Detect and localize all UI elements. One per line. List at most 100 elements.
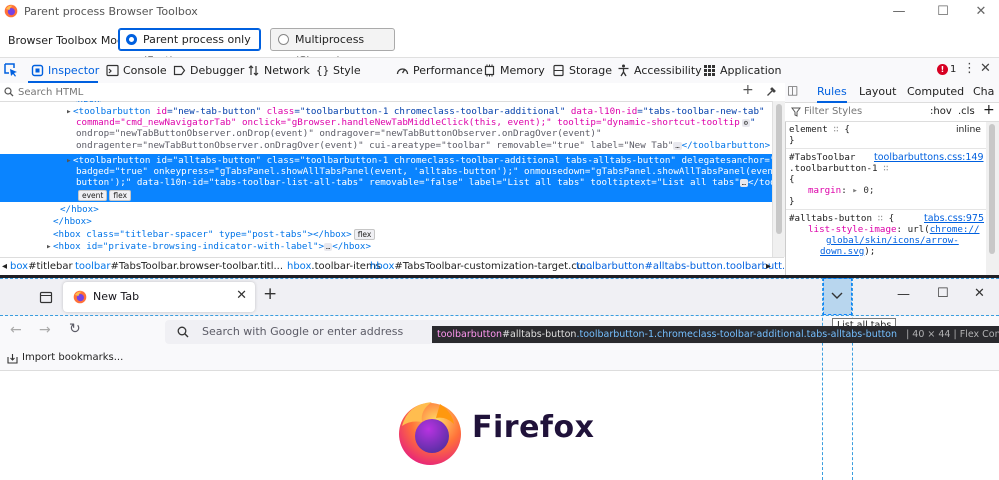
tab-memory[interactable]: Memory xyxy=(480,58,545,83)
network-icon xyxy=(248,65,259,76)
close-tab-icon[interactable]: ✕ xyxy=(236,288,247,303)
markup-node-alltabs-button-selected[interactable]: ▸<toolbarbutton id="alltabs-button" clas… xyxy=(0,154,772,202)
breadcrumb-left-arrow-icon[interactable]: ◂ xyxy=(2,258,7,276)
new-tab-plus-icon[interactable]: + xyxy=(263,284,277,304)
firefox-view-icon[interactable] xyxy=(39,290,53,304)
kebab-menu-icon[interactable]: ⋮ xyxy=(963,61,976,76)
expand-arrow-icon[interactable]: ▸ xyxy=(66,106,73,118)
close-toolbox-icon[interactable]: ✕ xyxy=(980,61,991,76)
import-bookmarks-link[interactable]: Import bookmarks... xyxy=(22,352,123,363)
memory-chip-icon xyxy=(484,64,495,77)
breadcrumb-item[interactable]: hbox.toolbar-items xyxy=(287,258,381,276)
search-icon xyxy=(4,87,14,97)
minimize-button[interactable]: — xyxy=(888,2,910,22)
back-arrow-icon[interactable]: ← xyxy=(10,322,22,338)
event-badge[interactable]: event xyxy=(78,190,108,201)
tab-application[interactable]: Application xyxy=(700,58,781,83)
markup-node-titlebar-spacer[interactable]: <hbox class="titlebar-spacer" type="post… xyxy=(53,229,376,241)
tab-computed[interactable]: Computed xyxy=(907,83,964,101)
firefox-logo-icon xyxy=(399,402,461,465)
mode-option-multiprocess[interactable]: Multiprocess (Slower) xyxy=(270,28,395,67)
markup-line: ondragenter="newTabButtonObserver.onDrag… xyxy=(76,140,772,152)
firefox-logo-icon xyxy=(4,4,18,18)
filter-styles-input[interactable]: Filter Styles xyxy=(804,106,862,117)
performance-gauge-icon xyxy=(396,68,409,75)
markup-view[interactable]: <hbox> ▸<toolbarbutton id="new-tab-butto… xyxy=(0,101,772,257)
breadcrumb: ◂ box#titlebar toolbar#TabsToolbar.brows… xyxy=(0,257,784,276)
expand-arrow-icon[interactable]: ▸ xyxy=(46,241,53,253)
error-badge-icon[interactable]: ! xyxy=(937,64,948,75)
tab-changes[interactable]: Cha xyxy=(973,83,994,101)
close-window-button[interactable]: ✕ xyxy=(970,2,992,22)
reload-icon[interactable]: ↻ xyxy=(69,321,81,337)
sidebar-tabs: ◫ Rules Layout Computed Cha xyxy=(785,83,999,103)
tab-title: New Tab xyxy=(93,290,140,303)
flex-badge[interactable]: flex xyxy=(353,229,376,240)
tab-rules[interactable]: Rules xyxy=(817,83,847,103)
application-grid-icon xyxy=(704,65,715,76)
import-icon xyxy=(7,354,18,364)
list-all-tabs-button[interactable] xyxy=(823,278,852,315)
error-count: 1 xyxy=(950,64,957,75)
rule-source-link[interactable]: toolbarbuttons.css:149 xyxy=(874,152,984,163)
tab-network[interactable]: Network xyxy=(244,58,310,83)
markup-line: </hbox> xyxy=(60,204,99,215)
mode-label: Browser Toolbox Mode xyxy=(8,34,131,47)
rule-source-link[interactable]: tabs.css:975 xyxy=(924,213,984,224)
rule-selector[interactable]: #alltabs-button ∷ { xyxy=(789,213,894,224)
markup-search-bar: + xyxy=(0,82,785,102)
rule-selector[interactable]: #TabsToolbar xyxy=(789,152,855,163)
breadcrumb-right-arrow-icon[interactable]: ▸ xyxy=(766,258,771,276)
maximize-button[interactable]: ☐ xyxy=(932,2,954,22)
tab-new-tab[interactable]: New Tab ✕ xyxy=(63,282,255,312)
hover-state-toggle[interactable]: :hov xyxy=(930,106,952,117)
eyedropper-icon[interactable] xyxy=(766,86,777,97)
search-html-input[interactable] xyxy=(16,84,720,101)
mode-option-parent-process[interactable]: Parent process only (Fast) xyxy=(118,28,261,67)
tab-storage[interactable]: Storage xyxy=(549,58,612,83)
add-node-icon[interactable]: + xyxy=(742,82,754,98)
window-title: Parent process Browser Toolbox xyxy=(24,5,198,18)
breadcrumb-item[interactable]: toolbar#TabsToolbar.browser-toolbar.titl… xyxy=(75,258,283,276)
breadcrumb-item[interactable]: hbox#TabsToolbar-customization-target.cu… xyxy=(370,258,593,276)
firefox-wordmark: Firefox xyxy=(472,410,595,445)
markup-node-private-browsing-indicator[interactable]: ▸<hbox id="private-browsing-indicator-wi… xyxy=(46,241,371,253)
add-rule-icon[interactable]: + xyxy=(983,102,995,118)
markup-scrollbar[interactable] xyxy=(772,101,785,257)
expand-arrow-icon[interactable]: ▸ xyxy=(66,155,73,167)
flex-badge[interactable]: flex xyxy=(109,190,132,201)
tab-layout[interactable]: Layout xyxy=(859,83,896,101)
toggle-pane-icon[interactable]: ◫ xyxy=(787,83,798,97)
ellipsis-badge[interactable]: … xyxy=(739,178,748,187)
forward-arrow-icon[interactable]: → xyxy=(39,322,51,338)
rules-filter-bar: Filter Styles :hov .cls + xyxy=(785,102,999,122)
tab-debugger[interactable]: Debugger xyxy=(170,58,244,83)
window-titlebar: Parent process Browser Toolbox — ☐ ✕ xyxy=(0,0,999,24)
gear-icon: ⚙ xyxy=(741,118,750,127)
minimize-browser-button[interactable]: — xyxy=(897,287,910,302)
highlighter-guide xyxy=(852,278,853,480)
accessibility-person-icon xyxy=(618,64,629,77)
toolbox-tabbar: Inspector Console Debugger Network {} St… xyxy=(0,57,999,102)
rules-scrollbar[interactable] xyxy=(986,122,999,275)
toolbox-mode-bar: Browser Toolbox Mode Parent process only… xyxy=(0,24,999,67)
close-browser-button[interactable]: ✕ xyxy=(974,286,985,301)
console-icon xyxy=(106,64,119,77)
tab-inspector[interactable]: Inspector xyxy=(28,58,99,83)
rule-declaration[interactable]: list-style-image: url(chrome:// xyxy=(808,224,980,235)
url-placeholder: Search with Google or enter address xyxy=(202,325,404,338)
rule-source-inline: inline xyxy=(956,124,981,135)
element-picker-button[interactable] xyxy=(0,58,22,82)
tab-style-editor[interactable]: {} Style Editor xyxy=(313,58,385,102)
class-toggle[interactable]: .cls xyxy=(958,106,975,117)
tab-performance[interactable]: Performance xyxy=(393,58,483,83)
rule-declaration[interactable]: margin: ▸ 0; xyxy=(808,185,874,196)
breadcrumb-item[interactable]: box#titlebar xyxy=(10,258,73,276)
tab-console[interactable]: Console xyxy=(103,58,167,83)
breadcrumb-item-selected[interactable]: toolbarbutton#alltabs-button.toolbarbutt… xyxy=(576,258,784,276)
tab-accessibility[interactable]: Accessibility xyxy=(614,58,702,83)
ellipsis-badge[interactable]: … xyxy=(673,141,682,150)
highlighter-infobar: toolbarbutton#alltabs-button.toolbarbutt… xyxy=(432,326,999,343)
maximize-browser-button[interactable]: ☐ xyxy=(937,286,949,301)
rule-element[interactable]: element ∷ { xyxy=(789,124,850,135)
